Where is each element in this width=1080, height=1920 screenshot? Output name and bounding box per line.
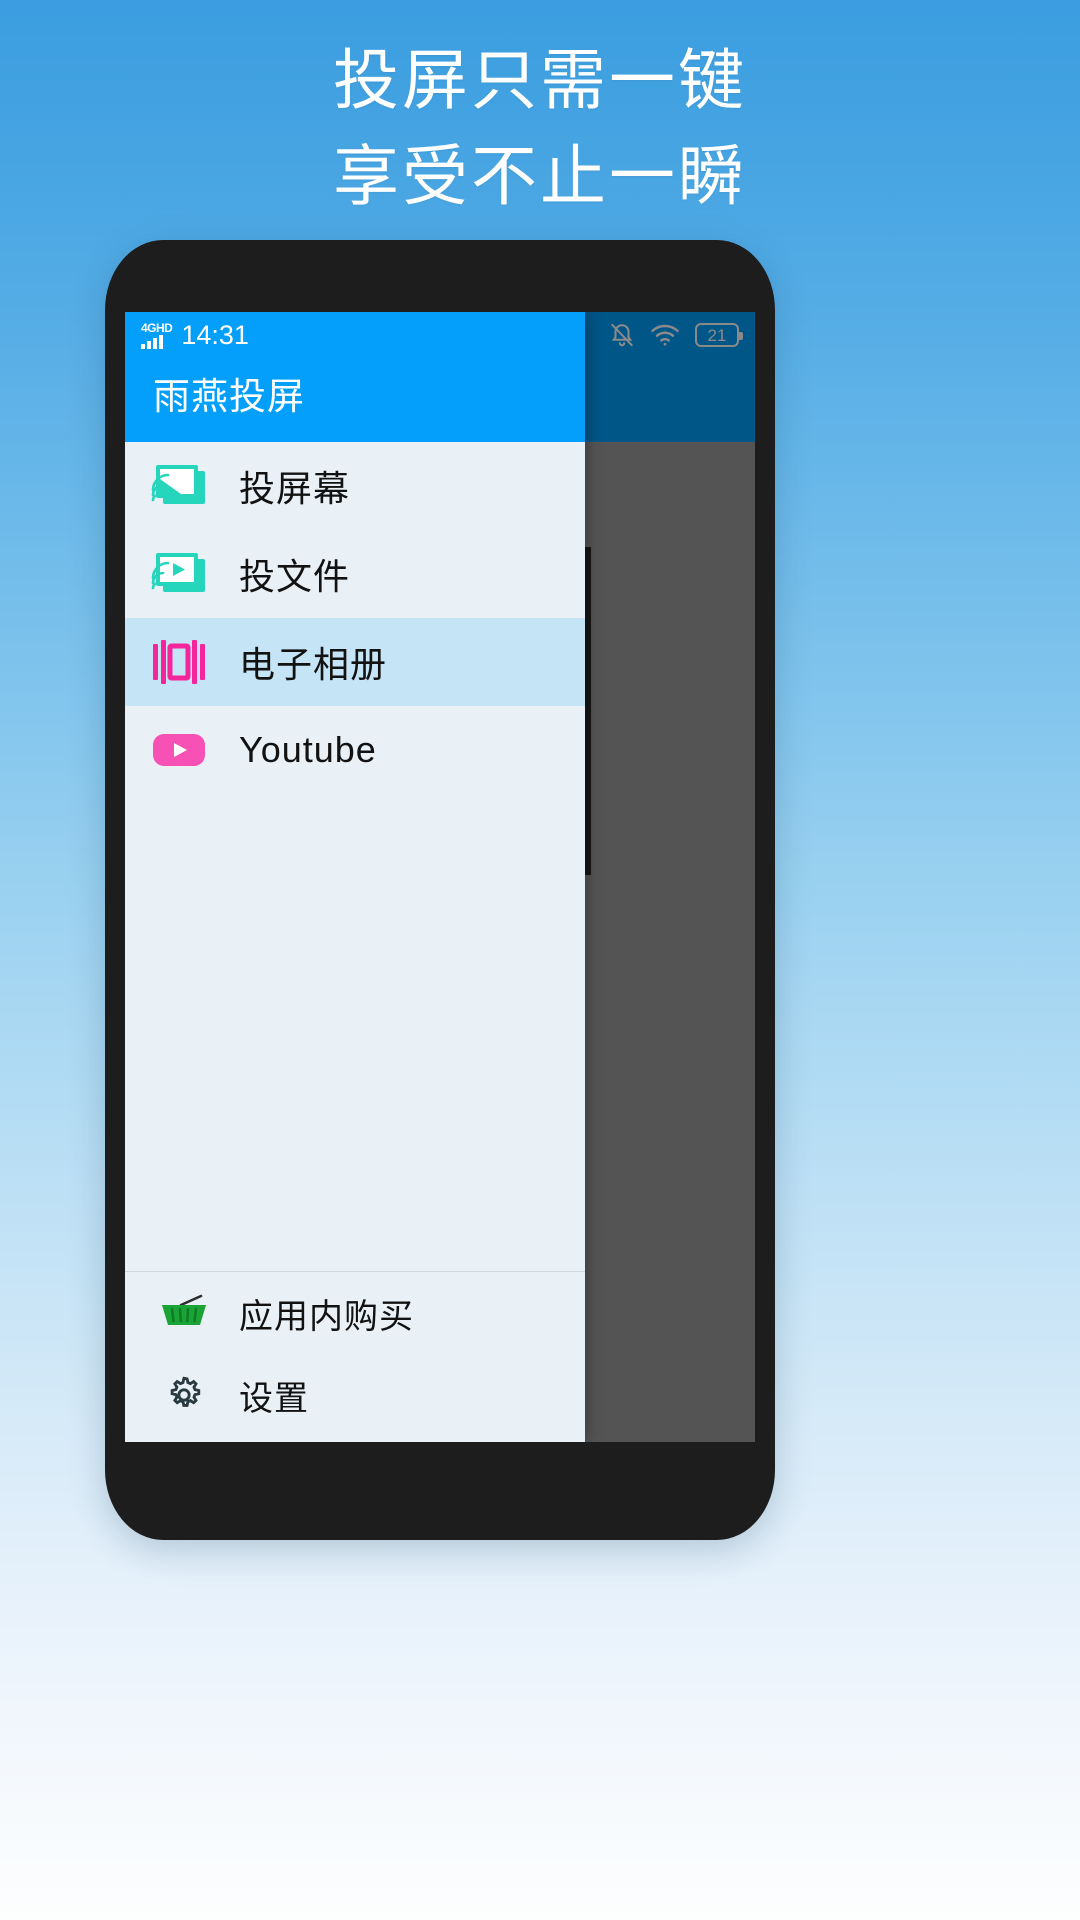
drawer-item-label: 应用内购买 [239, 1297, 414, 1336]
signal-bars-icon: 4GHD [141, 320, 173, 349]
drawer-item-label: 投文件 [239, 556, 351, 597]
drawer-status-bar-clock: 14:31 [181, 319, 249, 350]
phone-mockup-frame: 4GHD 14:31 [105, 240, 775, 1540]
drawer-item-photo-album[interactable]: 电子相册 [125, 618, 585, 706]
drawer-item-label: Youtube [239, 729, 377, 770]
network-type-label: 4GHD [141, 320, 173, 335]
drawer-item-label: 投屏幕 [239, 468, 351, 509]
drawer-item-list: 投屏幕 投文件 电子相册 Youtube [125, 442, 585, 1271]
navigation-drawer: 4GHD 14:31 雨燕投屏 投屏幕 投文件 电子相册 Youtube 应用内… [125, 312, 585, 1442]
gear-icon [159, 1370, 211, 1420]
drawer-item-label: 设置 [239, 1379, 309, 1418]
drawer-item-settings[interactable]: 设置 [125, 1354, 585, 1436]
page-title: 雨燕投屏 [153, 376, 305, 417]
headline-line-2: 享受不止一瞬 [333, 138, 747, 213]
photo-album-icon [151, 634, 213, 690]
drawer-footer-list: 应用内购买 设置 [125, 1272, 585, 1442]
promo-page: 投屏只需一键 享受不止一瞬 4GHD 14:31 [0, 0, 1080, 1920]
signal-bar-group [141, 334, 163, 349]
drawer-item-youtube[interactable]: Youtube [125, 706, 585, 794]
drawer-item-cast-screen[interactable]: 投屏幕 [125, 442, 585, 530]
cast-file-icon [151, 546, 213, 602]
drawer-status-bar-left: 4GHD 14:31 [141, 320, 249, 351]
youtube-icon [151, 722, 213, 778]
drawer-status-bar: 4GHD 14:31 [125, 312, 585, 358]
drawer-header: 4GHD 14:31 雨燕投屏 [125, 312, 585, 442]
headline-line-1: 投屏只需一键 [333, 43, 747, 117]
drawer-item-label: 电子相册 [239, 644, 388, 685]
phone-screen: 4GHD 14:31 [125, 312, 755, 1442]
cast-screen-icon [151, 458, 213, 514]
drawer-item-in-app-purchase[interactable]: 应用内购买 [125, 1272, 585, 1354]
promo-headline: 投屏只需一键 享受不止一瞬 [0, 42, 1080, 216]
drawer-item-cast-file[interactable]: 投文件 [125, 530, 585, 618]
shopping-basket-icon [159, 1288, 211, 1338]
